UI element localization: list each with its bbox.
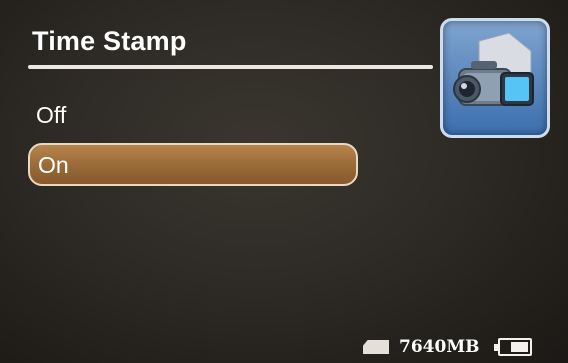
- storage-remaining: 7640MB: [399, 337, 480, 357]
- page-title: Time Stamp: [32, 26, 187, 56]
- title-divider: [28, 65, 433, 69]
- time-stamp-screen: Time Stamp Off On 7640MB: [0, 0, 568, 363]
- battery-icon: [493, 338, 532, 356]
- menu-item-off[interactable]: Off: [28, 95, 358, 135]
- video-camera-icon: [440, 18, 550, 138]
- sd-card-icon: [363, 340, 389, 354]
- menu-item-on-selected[interactable]: On: [28, 143, 358, 186]
- status-bar: 7640MB: [363, 336, 532, 358]
- battery-level-fill: [510, 342, 528, 352]
